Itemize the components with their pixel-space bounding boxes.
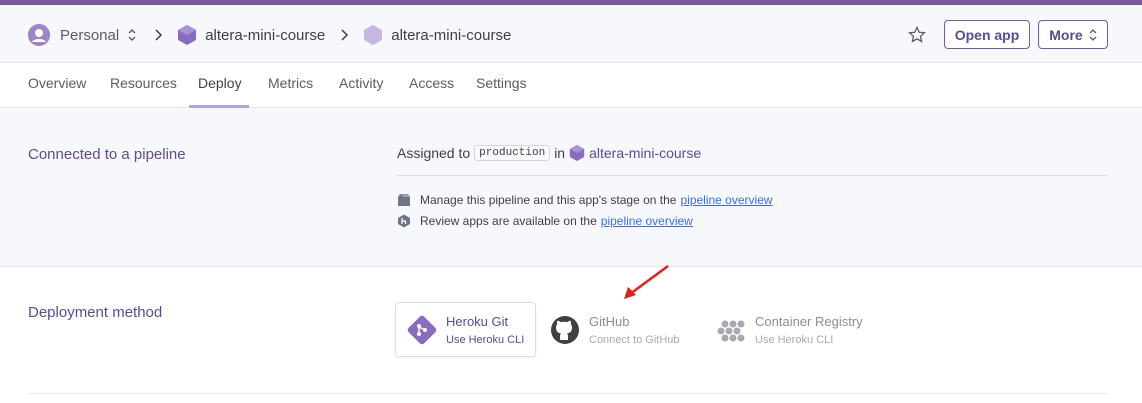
assigned-prefix: Assigned to — [397, 145, 471, 161]
pipeline-hexagon-icon — [569, 144, 585, 162]
breadcrumb-pipeline-link[interactable]: altera-mini-course — [205, 27, 325, 44]
tab-resources[interactable]: Resources — [110, 75, 177, 91]
tab-access[interactable]: Access — [409, 75, 454, 91]
container-registry-icon — [715, 314, 747, 346]
chevron-right-icon — [153, 28, 163, 42]
assigned-line: Assigned to production in altera-mini-co… — [397, 144, 701, 162]
more-button-label: More — [1049, 26, 1083, 43]
tab-overview[interactable]: Overview — [28, 75, 86, 91]
pipeline-overview-link[interactable]: pipeline overview — [601, 214, 693, 228]
heroku-git-icon — [406, 314, 438, 346]
pipeline-note: Manage this pipeline and this app's stag… — [397, 193, 773, 207]
divider — [397, 175, 1107, 176]
annotation-arrow-icon — [624, 264, 669, 299]
tab-deploy[interactable]: Deploy — [198, 75, 242, 91]
option-title: GitHub — [589, 313, 630, 329]
section-label: Connected to a pipeline — [28, 146, 186, 163]
open-app-button[interactable]: Open app — [944, 20, 1030, 49]
option-subtitle: Use Heroku CLI — [446, 333, 525, 346]
option-title: Container Registry — [755, 313, 863, 329]
option-text: Heroku Git Use Heroku CLI — [446, 314, 524, 346]
app-hexagon-icon — [363, 24, 383, 46]
pipeline-icon — [397, 193, 411, 207]
pipeline-hexagon-icon — [177, 24, 197, 46]
breadcrumb: Personal altera-mini-course altera-mini-… — [28, 23, 511, 47]
account-switcher[interactable]: Personal — [60, 27, 119, 44]
pipeline-link[interactable]: altera-mini-course — [589, 145, 701, 161]
app-header: Personal altera-mini-course altera-mini-… — [0, 5, 1142, 63]
section-divider — [28, 393, 1108, 394]
user-avatar-icon[interactable] — [28, 24, 50, 46]
review-apps-icon — [397, 214, 411, 228]
container-registry-option[interactable]: Container Registry Use Heroku CLI — [705, 302, 875, 357]
note-text: Review apps are available on the — [420, 214, 597, 228]
in-text: in — [554, 145, 566, 161]
option-subtitle: Connect to GitHub — [589, 333, 680, 346]
github-icon — [549, 314, 581, 346]
note-text: Manage this pipeline and this app's stag… — [420, 193, 677, 207]
option-title: Heroku Git — [446, 313, 509, 329]
more-button[interactable]: More — [1038, 20, 1108, 49]
star-icon[interactable] — [908, 25, 926, 44]
breadcrumb-app-name: altera-mini-course — [391, 26, 512, 44]
github-option[interactable]: GitHub Connect to GitHub — [545, 302, 695, 357]
chevron-updown-icon — [1089, 28, 1097, 41]
pipeline-overview-link[interactable]: pipeline overview — [680, 193, 772, 207]
stage-badge: production — [474, 145, 551, 161]
tab-metrics[interactable]: Metrics — [268, 75, 313, 91]
heroku-git-option[interactable]: Heroku Git Use Heroku CLI — [395, 302, 536, 357]
pipeline-section: Connected to a pipeline Assigned to prod… — [0, 108, 1142, 267]
app-tabs: Overview Resources Deploy Metrics Activi… — [0, 63, 1142, 108]
chevron-updown-icon[interactable] — [127, 28, 137, 42]
tab-settings[interactable]: Settings — [476, 75, 527, 91]
option-text: GitHub Connect to GitHub — [589, 314, 680, 346]
chevron-right-icon — [339, 28, 349, 42]
option-text: Container Registry Use Heroku CLI — [755, 314, 863, 346]
tab-activity[interactable]: Activity — [339, 75, 383, 91]
deployment-method-label: Deployment method — [28, 304, 163, 321]
review-apps-note: Review apps are available on the pipelin… — [397, 214, 693, 228]
option-subtitle: Use Heroku CLI — [755, 333, 834, 346]
